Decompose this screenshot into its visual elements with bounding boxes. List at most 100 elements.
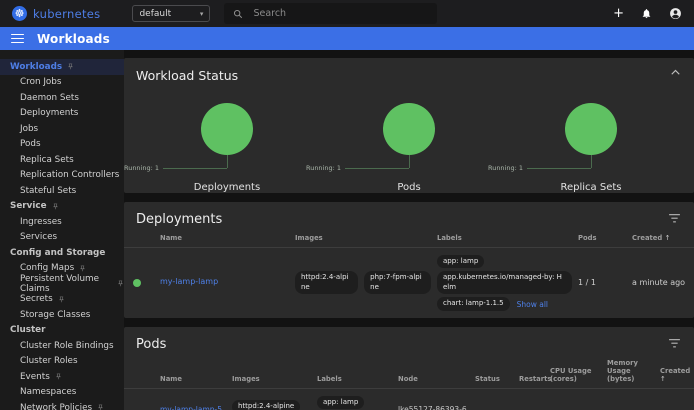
sidebar-item-network-policies[interactable]: Network Policies — [0, 400, 124, 410]
filter-icon[interactable] — [669, 339, 680, 348]
search-input[interactable] — [253, 8, 393, 19]
sidebar-item-workloads[interactable]: Workloads — [0, 59, 124, 75]
pin-icon[interactable] — [67, 63, 74, 70]
deployments-card-title: Deployments — [136, 212, 222, 227]
col-pods[interactable]: Pods — [578, 234, 632, 242]
col-cpu-usage[interactable]: CPU Usage (cores) — [550, 367, 607, 383]
menu-hamburger-icon[interactable] — [11, 34, 24, 44]
label-chip: app: lamp — [317, 396, 364, 409]
search-icon — [233, 9, 243, 19]
pods-card-title: Pods — [136, 337, 166, 352]
col-images[interactable]: Images — [232, 375, 317, 383]
col-name[interactable]: Name — [160, 234, 295, 242]
label-chip: chart: lamp-1.1.5 — [437, 297, 510, 310]
col-restarts[interactable]: Restarts — [519, 375, 550, 383]
chart-label-replica-sets: Replica Sets — [561, 182, 622, 193]
node-name: lke55127-86393-622f8d09399a — [398, 405, 475, 410]
col-status[interactable]: Status — [475, 375, 519, 383]
deployments-pie-chart[interactable]: Running: 1 Deployments — [136, 95, 318, 193]
show-all-button[interactable]: Show all — [517, 300, 548, 309]
pie-running-slice — [565, 103, 617, 155]
pin-icon[interactable] — [117, 280, 124, 287]
pin-icon[interactable] — [79, 265, 86, 272]
top-bar: ☸ kubernetes default ▾ + — [0, 0, 694, 27]
sidebar-item-cluster-role-bindings[interactable]: Cluster Role Bindings — [0, 338, 124, 354]
pod-name-link[interactable]: my-lamp-lamp-5fd985cf68-jwvz4 — [160, 405, 232, 410]
sidebar-item-persistent-volume-claims[interactable]: Persistent Volume Claims — [0, 276, 124, 292]
sidebar-item-ingresses[interactable]: Ingresses — [0, 214, 124, 230]
pie-running-slice — [383, 103, 435, 155]
collapse-chevron-up-icon[interactable] — [671, 69, 680, 75]
col-created[interactable]: Created ↑ — [660, 367, 694, 383]
sort-asc-icon: ↑ — [660, 375, 666, 383]
pods-pie-chart[interactable]: Running: 1 Pods — [318, 95, 500, 193]
running-callout: Running: 1 — [124, 164, 159, 172]
sort-asc-icon: ↑ — [665, 234, 671, 242]
col-created[interactable]: Created ↑ — [632, 234, 694, 242]
chart-label-pods: Pods — [397, 182, 420, 193]
sidebar-section-config-and-storage: Config and Storage — [0, 245, 124, 261]
pod-table-row: my-lamp-lamp-5fd985cf68-jwvz4 httpd:2.4-… — [124, 389, 694, 410]
sidebar-section-cluster: Cluster — [0, 323, 124, 339]
namespace-value: default — [139, 9, 171, 19]
chart-label-deployments: Deployments — [194, 182, 260, 193]
sidebar-item-secrets[interactable]: Secrets — [0, 292, 124, 308]
created-time[interactable]: a minute ago — [632, 278, 685, 287]
deployment-name-link[interactable]: my-lamp-lamp — [160, 277, 295, 288]
sidebar-item-jobs[interactable]: Jobs — [0, 121, 124, 137]
image-chip: php:7-fpm-alpine — [364, 271, 431, 294]
col-images[interactable]: Images — [295, 234, 437, 242]
running-callout: Running: 1 — [306, 164, 341, 172]
create-resource-button[interactable]: + — [613, 7, 624, 20]
kubernetes-helm-icon: ☸ — [12, 6, 27, 21]
pin-icon[interactable] — [58, 296, 65, 303]
workload-status-title: Workload Status — [136, 68, 682, 83]
sidebar-item-cluster-roles[interactable]: Cluster Roles — [0, 354, 124, 370]
app-bar: Workloads — [0, 27, 694, 50]
image-chip: httpd:2.4-alpine — [232, 400, 300, 410]
sidebar-item-stateful-sets[interactable]: Stateful Sets — [0, 183, 124, 199]
sidebar-item-replica-sets[interactable]: Replica Sets — [0, 152, 124, 168]
pods-table-header: Name Images Labels Node Status Restarts … — [124, 359, 694, 389]
workload-status-card: Workload Status Running: 1 Deployments — [124, 58, 694, 193]
sidebar-nav: Workloads Cron Jobs Daemon Sets Deployme… — [0, 50, 124, 410]
col-labels[interactable]: Labels — [317, 375, 398, 383]
sidebar-item-storage-classes[interactable]: Storage Classes — [0, 307, 124, 323]
notifications-bell-icon[interactable] — [641, 8, 652, 19]
namespace-selector[interactable]: default ▾ — [132, 5, 210, 22]
col-node[interactable]: Node — [398, 375, 475, 383]
sidebar-item-deployments[interactable]: Deployments — [0, 106, 124, 122]
pin-icon[interactable] — [52, 203, 59, 210]
chevron-down-icon: ▾ — [200, 10, 204, 18]
pin-icon[interactable] — [55, 373, 62, 380]
pods-ratio: 1 / 1 — [578, 278, 632, 287]
deployments-table-header: Name Images Labels Pods Created ↑ — [124, 234, 694, 248]
filter-icon[interactable] — [669, 214, 680, 223]
sidebar-item-daemon-sets[interactable]: Daemon Sets — [0, 90, 124, 106]
sidebar-item-pods[interactable]: Pods — [0, 137, 124, 153]
col-memory-usage[interactable]: Memory Usage (bytes) — [607, 359, 660, 383]
main-content: Workload Status Running: 1 Deployments — [124, 50, 694, 410]
col-name[interactable]: Name — [160, 375, 232, 383]
status-ok-icon — [133, 279, 141, 287]
pin-icon[interactable] — [97, 404, 104, 410]
deployment-table-row: my-lamp-lamp httpd:2.4-alpine php:7-fpm-… — [124, 248, 694, 318]
label-chip: app.kubernetes.io/managed-by: Helm — [437, 271, 572, 294]
sidebar-item-services[interactable]: Services — [0, 230, 124, 246]
sidebar-item-namespaces[interactable]: Namespaces — [0, 385, 124, 401]
replica-sets-pie-chart[interactable]: Running: 1 Replica Sets — [500, 95, 682, 193]
col-labels[interactable]: Labels — [437, 234, 578, 242]
sidebar-item-events[interactable]: Events — [0, 369, 124, 385]
sidebar-item-cron-jobs[interactable]: Cron Jobs — [0, 75, 124, 91]
label-chip: app: lamp — [437, 255, 484, 268]
sidebar-item-service[interactable]: Service — [0, 199, 124, 215]
search-box[interactable] — [224, 3, 437, 24]
logo-text: kubernetes — [33, 7, 100, 21]
running-callout: Running: 1 — [488, 164, 523, 172]
kubernetes-logo[interactable]: ☸ kubernetes — [12, 6, 100, 21]
deployments-card: Deployments Name Images Labels Pods Crea… — [124, 202, 694, 318]
sidebar-item-replication-controllers[interactable]: Replication Controllers — [0, 168, 124, 184]
page-title: Workloads — [37, 32, 110, 46]
pods-card: Pods Name Images Labels Node Status Rest… — [124, 327, 694, 410]
user-account-icon[interactable] — [669, 7, 682, 20]
